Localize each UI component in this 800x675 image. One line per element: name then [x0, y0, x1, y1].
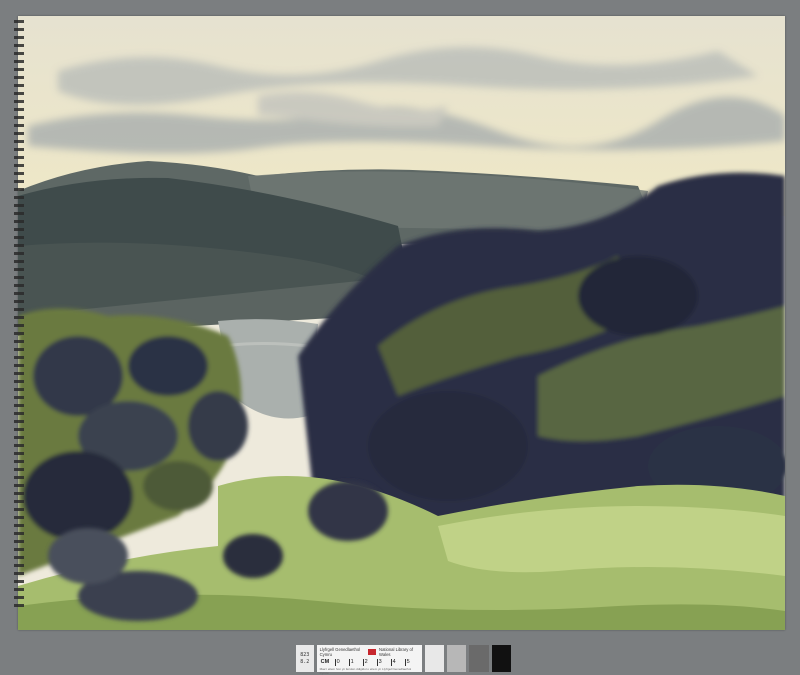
scale-mark-2: 2 [362, 659, 377, 666]
scale-mark-3: 3 [376, 659, 391, 666]
item-id-bottom: 8.2 [300, 658, 310, 665]
institution-name-welsh: Llyfrgell Genedlaethol Cymru [319, 647, 361, 657]
grey-patch-4 [491, 645, 512, 672]
scale-card: Llyfrgell Genedlaethol Cymru National Li… [316, 645, 422, 675]
scale-mark-1: 1 [348, 659, 363, 666]
scale-mark-4: 4 [390, 659, 405, 666]
scale-unit: CM [320, 659, 330, 665]
sketchbook-spiral [14, 20, 24, 610]
scale-mark-5: 5 [404, 659, 419, 666]
left-foliage [18, 308, 248, 576]
grey-patch-2 [446, 645, 467, 672]
grey-patch-3 [469, 645, 489, 672]
item-id-top: 823 [300, 651, 310, 658]
watercolour-painting [18, 16, 785, 630]
library-logo-icon [368, 649, 377, 655]
scale-mark-0: 0 [334, 659, 349, 666]
grey-patch-1 [424, 645, 444, 672]
item-id-tag: 823 8.2 [296, 645, 314, 672]
painting-sheet [18, 16, 785, 630]
institution-row: Llyfrgell Genedlaethol Cymru National Li… [320, 647, 419, 657]
colour-calibration-target: 823 8.2 Llyfrgell Genedlaethol Cymru Nat… [296, 645, 512, 675]
cm-scale: CM 0 1 2 3 4 5 [320, 659, 419, 666]
institution-name-english: National Library of Wales [379, 647, 414, 657]
